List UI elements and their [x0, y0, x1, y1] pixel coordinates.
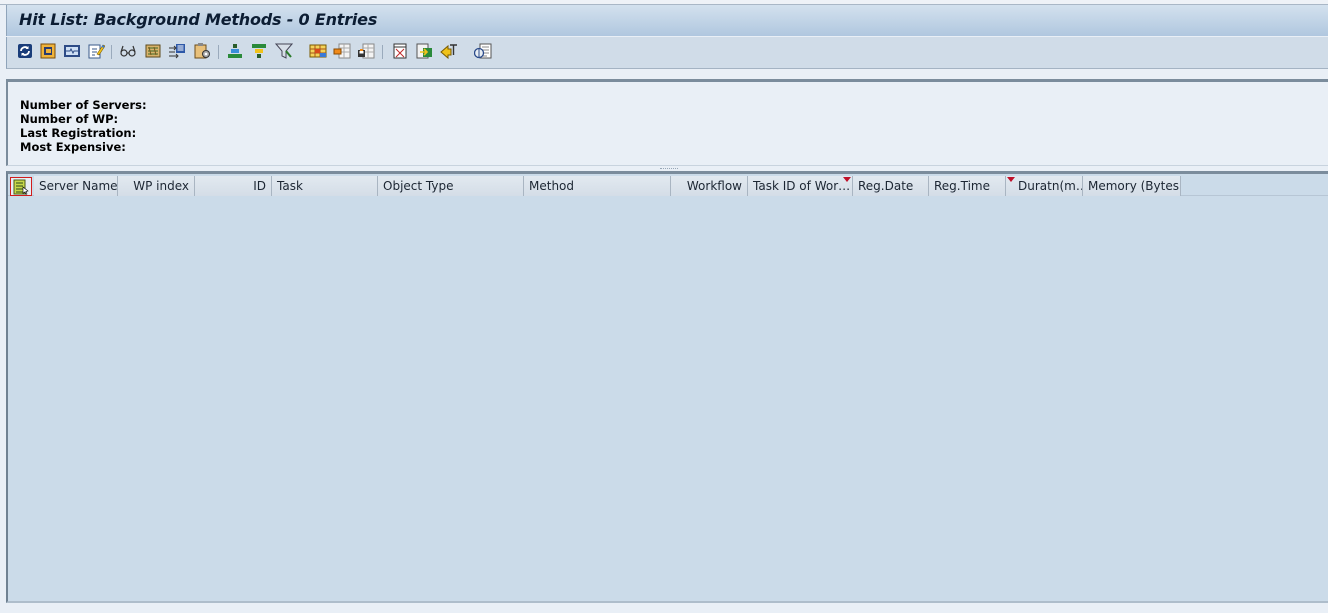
toolbar-separator [382, 45, 383, 59]
column-header-memory-bytes[interactable]: Memory (Bytes) [1083, 176, 1181, 196]
display-button[interactable] [119, 42, 137, 60]
set-filter-button[interactable] [275, 42, 293, 60]
details-button[interactable] [63, 42, 81, 60]
sort-indicator-icon [1007, 177, 1015, 182]
glasses-icon [120, 45, 136, 57]
workflow-log-button[interactable] [144, 42, 162, 60]
print-preview-button[interactable] [391, 42, 409, 60]
column-header-duration[interactable]: Duratn(m… [1006, 176, 1083, 196]
column-header-object-type[interactable]: Object Type [378, 176, 524, 196]
select-all-button[interactable] [10, 177, 32, 196]
header-info-panel: Number of Servers: Number of WP: Last Re… [6, 79, 1328, 166]
application-toolbar: © www.tutorialkart.com [6, 37, 1328, 100]
select-all-icon [13, 179, 29, 195]
most-expensive-label: Most Expensive: [20, 140, 126, 154]
select-layout-icon [309, 44, 327, 58]
change-button[interactable] [87, 42, 105, 60]
sort-ascending-button[interactable] [226, 42, 244, 60]
column-header-wp-index[interactable]: WP index [118, 176, 195, 196]
sort-indicator-icon [843, 177, 851, 182]
export-button[interactable] [415, 42, 433, 60]
sort-descending-button[interactable] [250, 42, 268, 60]
toolbar-separator [111, 45, 112, 59]
sort-descending-icon [252, 44, 266, 58]
save-layout-icon [358, 43, 375, 59]
refresh-button[interactable] [16, 42, 34, 60]
column-header-id[interactable]: ID [195, 176, 272, 196]
settings-button[interactable] [193, 42, 211, 60]
column-header-reg-date[interactable]: Reg.Date [853, 176, 929, 196]
toolbar-separator [218, 45, 219, 59]
alv-grid: Server Name WP index ID Task Object Type… [6, 171, 1328, 603]
graphic-icon [474, 43, 492, 59]
save-layout-button[interactable] [357, 42, 375, 60]
column-header-workflow[interactable]: Workflow [671, 176, 748, 196]
column-header-server-name[interactable]: Server Name [34, 176, 118, 196]
choose-button[interactable] [39, 42, 57, 60]
refresh-icon [18, 44, 32, 58]
change-layout-button[interactable] [333, 42, 351, 60]
column-header-task-id-of-workflow[interactable]: Task ID of Wor… [748, 176, 853, 196]
number-of-servers-label: Number of Servers: [20, 98, 147, 112]
column-header-reg-time[interactable]: Reg.Time [929, 176, 1006, 196]
column-header-task[interactable]: Task [272, 176, 378, 196]
abc-analysis-icon [440, 44, 457, 60]
graphic-button[interactable] [474, 42, 492, 60]
panel-splitter-handle[interactable] [660, 168, 678, 170]
change-layout-icon [333, 43, 351, 59]
grid-body-empty [8, 197, 1328, 601]
workflow-log-icon [145, 44, 161, 58]
page-title: Hit List: Background Methods - 0 Entries [19, 10, 378, 29]
filter-icon [275, 43, 293, 59]
grid-header-row: Server Name WP index ID Task Object Type… [8, 176, 1328, 196]
transfer-button[interactable] [168, 42, 186, 60]
edit-icon [88, 44, 105, 59]
choose-layout-icon [40, 43, 56, 59]
display-detail-icon [64, 45, 80, 57]
number-of-wp-label: Number of WP: [20, 112, 119, 126]
settings-clipboard-icon [194, 43, 210, 59]
last-registration-label: Last Registration: [20, 126, 137, 140]
column-header-method[interactable]: Method [524, 176, 671, 196]
select-layout-button[interactable] [309, 42, 327, 60]
sort-ascending-icon [228, 44, 242, 58]
print-preview-icon [393, 43, 407, 59]
transfer-icon [169, 44, 185, 59]
bottom-strip [0, 605, 1328, 613]
export-icon [416, 43, 432, 59]
abc-analysis-button[interactable] [440, 42, 458, 60]
title-bar: Hit List: Background Methods - 0 Entries [6, 5, 1328, 36]
